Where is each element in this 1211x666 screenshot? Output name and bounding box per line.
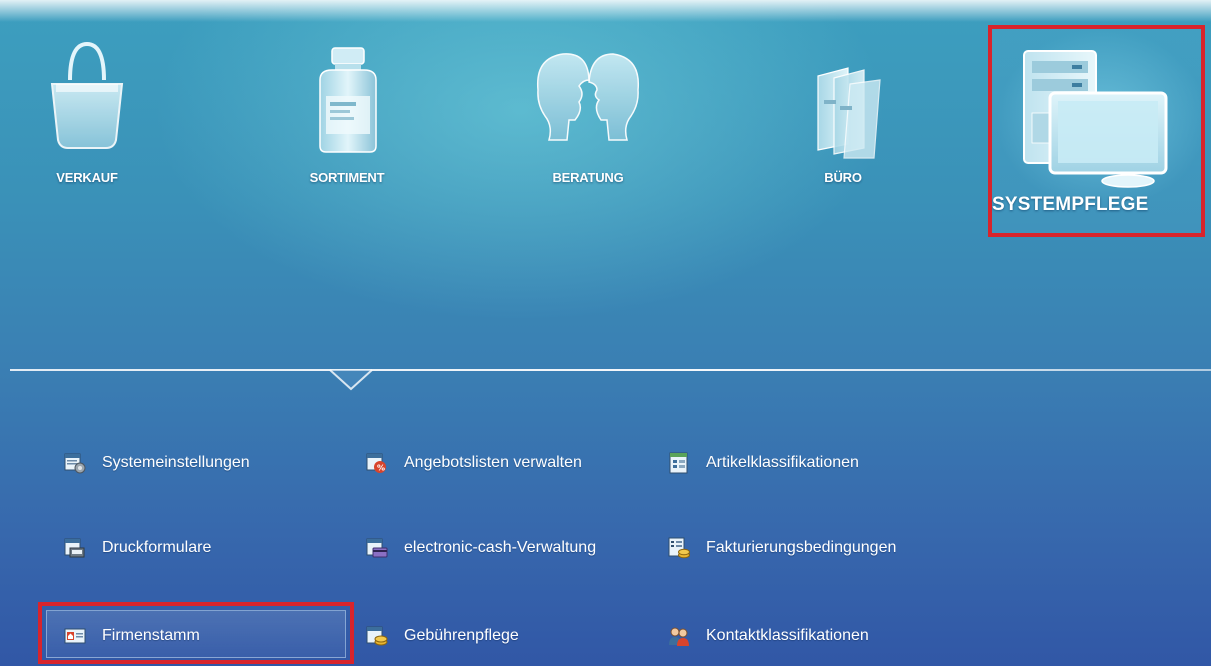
menu-item-label: Druckformulare bbox=[102, 539, 212, 556]
section-divider bbox=[10, 369, 1211, 371]
module-label: BERATUNG bbox=[552, 170, 624, 185]
menu-item-angebotslisten[interactable]: % Angebotslisten verwalten bbox=[366, 448, 582, 478]
offer-list-icon: % bbox=[366, 453, 386, 473]
menu-item-label: electronic-cash-Verwaltung bbox=[404, 539, 597, 556]
svg-text:%: % bbox=[377, 464, 385, 473]
menu-item-gebuehrenpflege[interactable]: Gebührenpflege bbox=[366, 621, 519, 651]
contacts-icon bbox=[669, 627, 689, 646]
module-label: SORTIMENT bbox=[309, 170, 385, 185]
fees-icon bbox=[366, 626, 388, 646]
menu-item-druckformulare[interactable]: Druckformulare bbox=[64, 533, 211, 563]
company-record-icon bbox=[64, 628, 86, 644]
module-beratung[interactable]: BERATUNG bbox=[513, 40, 663, 200]
menu-item-label: Kontaktklassifikationen bbox=[706, 627, 869, 644]
menu-item-label: Artikelklassifikationen bbox=[706, 454, 859, 471]
menu-item-fakturierungsbedingungen[interactable]: Fakturierungsbedingungen bbox=[668, 533, 896, 563]
menu-item-artikelklassifikationen[interactable]: Artikelklassifikationen bbox=[668, 448, 859, 478]
module-label: BÜRO bbox=[824, 170, 862, 185]
module-label: SYSTEMPFLEGE bbox=[992, 194, 1149, 215]
menu-item-systemeinstellungen[interactable]: Systemeinstellungen bbox=[64, 448, 250, 478]
medicine-jar-icon bbox=[319, 47, 377, 153]
menu-item-firmenstamm[interactable]: Firmenstamm bbox=[64, 621, 200, 651]
module-verkauf[interactable]: VERKAUF bbox=[12, 40, 162, 200]
billing-conditions-icon bbox=[668, 537, 690, 559]
article-classification-icon bbox=[669, 452, 688, 474]
menu-item-electronic-cash[interactable]: electronic-cash-Verwaltung bbox=[366, 533, 596, 563]
consultation-heads-icon bbox=[536, 53, 640, 141]
module-sortiment[interactable]: SORTIMENT bbox=[272, 40, 422, 200]
module-label: VERKAUF bbox=[56, 170, 118, 185]
folders-icon bbox=[817, 67, 881, 159]
module-systempflege[interactable]: SYSTEMPFLEGE bbox=[988, 25, 1205, 237]
menu-item-label: Gebührenpflege bbox=[404, 627, 519, 644]
module-buero[interactable]: BÜRO bbox=[768, 40, 918, 200]
print-form-icon bbox=[64, 538, 85, 558]
app-window: VERKAUF SORTIMENT BERATUNG BÜRO SYSTEMPF… bbox=[0, 0, 1211, 666]
menu-item-label: Systemeinstellungen bbox=[102, 454, 250, 471]
computer-system-icon bbox=[1023, 50, 1168, 188]
ec-card-icon bbox=[366, 538, 388, 558]
menu-item-kontaktklassifikationen[interactable]: Kontaktklassifikationen bbox=[668, 621, 869, 651]
chevron-down-icon bbox=[329, 369, 373, 391]
settings-window-icon bbox=[64, 453, 86, 474]
menu-item-label: Angebotslisten verwalten bbox=[404, 454, 582, 471]
shopping-bag-icon bbox=[50, 41, 124, 149]
menu-item-label: Fakturierungsbedingungen bbox=[706, 539, 897, 556]
menu-item-label: Firmenstamm bbox=[102, 627, 200, 644]
